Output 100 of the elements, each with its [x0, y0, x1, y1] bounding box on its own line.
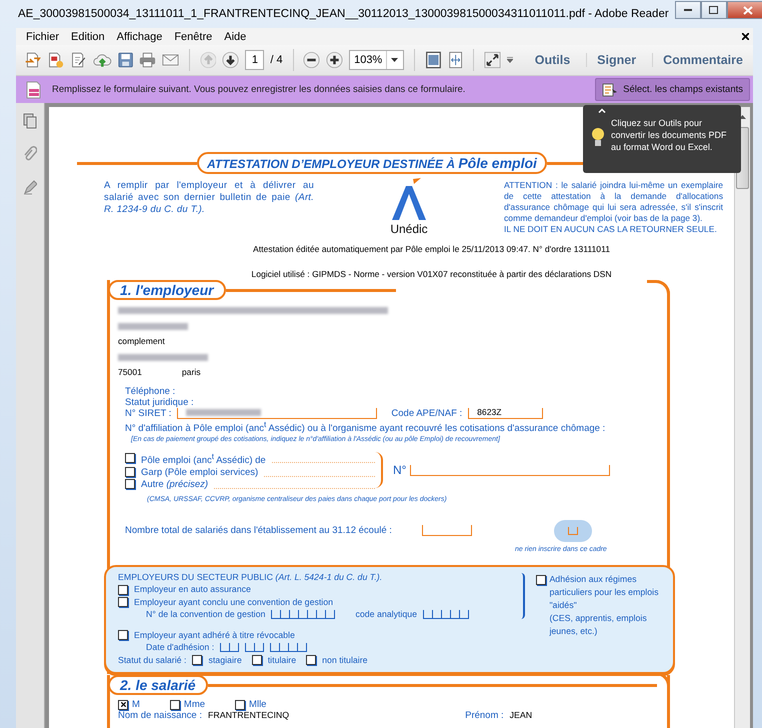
checkbox-label: Employeur ayant conclu une convention de gestion — [134, 596, 334, 608]
logo-icon — [389, 178, 429, 222]
caret-icon — [391, 58, 398, 62]
pen-icon[interactable] — [23, 179, 37, 195]
close-icon[interactable] — [742, 33, 749, 40]
field-label: Statut du salarié : — [118, 654, 186, 666]
checkbox[interactable] — [118, 700, 128, 710]
form-title: ATTESTATION D’EMPLOYEUR DESTINÉE À Pôle emploi — [197, 152, 547, 174]
zoom-out-icon[interactable] — [303, 50, 320, 70]
redacted-text — [118, 322, 188, 330]
attention-text: ATTENTION : le salarié joindra lui-même un exemplaire de cette attestation à la demande d'allocations d'assurance chômage qui lui sera adressée, s'il s'inscrit comme demandeur d'emploi (voir bas de la page 3). — [504, 180, 723, 224]
comb-field[interactable] — [271, 610, 336, 620]
menu-item[interactable]: Aide — [218, 30, 252, 42]
menu-item[interactable]: Edition — [65, 30, 111, 42]
panel-heading: EMPLOYEURS DU SECTEUR PUBLIC (Art. L. 5424-1 du C. du T.). — [118, 570, 384, 584]
envelope-icon[interactable] — [162, 52, 179, 68]
field-label: N° SIRET : — [125, 408, 172, 418]
checkbox[interactable] — [125, 467, 135, 478]
field-label: N° de la convention de gestion — [146, 608, 266, 621]
checkbox[interactable] — [170, 700, 180, 710]
comb-field[interactable] — [220, 643, 240, 652]
fit-width-icon[interactable] — [448, 50, 463, 70]
logo-text: Unédic — [390, 222, 428, 236]
ape-field[interactable]: 8623Z — [468, 408, 544, 418]
affiliation-number-field[interactable] — [410, 464, 610, 476]
fit-page-icon[interactable] — [424, 50, 442, 70]
form-message: Remplissez le formulaire suivant. Vous pouvez enregistrer les données saisies dans ce formulaire. — [52, 84, 466, 95]
menu-item[interactable]: Fichier — [20, 30, 66, 42]
checkbox-label: Employeur en auto assurance — [134, 583, 251, 596]
section-heading: 1. l'employeur — [108, 280, 226, 300]
maximize-button[interactable] — [700, 1, 727, 19]
checkbox-label: Employeur ayant adhéré à titre révocable — [134, 628, 295, 642]
checkbox-label: Autre (précisez) — [141, 478, 208, 490]
checkbox[interactable] — [118, 630, 128, 640]
software-note: Logiciel utilisé : GIPMDS - Norme - version V01X07 reconstituée à partir des déclarations DSN — [250, 269, 613, 279]
field-label: N° — [393, 464, 406, 476]
pages-icon[interactable] — [23, 113, 37, 129]
checkbox-label: Mme — [184, 699, 206, 710]
toolbar-button[interactable]: Commentaire — [652, 53, 753, 67]
zoom-in-icon[interactable] — [326, 50, 344, 70]
field-label: Date d'adhésion : — [146, 641, 214, 654]
checkbox-label: non titulaire — [322, 654, 368, 666]
brace — [521, 572, 526, 619]
save-icon[interactable] — [118, 51, 133, 69]
checkbox[interactable] — [235, 700, 246, 710]
checkbox[interactable] — [125, 479, 135, 490]
address-line: complement — [118, 336, 165, 346]
document-badge-icon[interactable] — [46, 50, 64, 70]
field-label: code analytique — [355, 608, 418, 621]
comb-field[interactable] — [270, 643, 308, 652]
checkbox[interactable] — [306, 655, 316, 666]
select-fields-button[interactable]: Sélect. les champs existants — [595, 78, 750, 101]
print-icon[interactable] — [138, 51, 156, 69]
tooltip-text: Cliquez sur Outils pour convertir les documents PDF au format Word ou Excel. — [611, 117, 728, 154]
field-label: N° d'affiliation à Pôle emploi (anc$^{t}$ Assédic) ou à l'organisme ayant recouvré les cotisations d'assurance chômage : — [125, 418, 606, 434]
close-icon — [742, 6, 753, 14]
headcount-field[interactable] — [422, 525, 472, 536]
toolbar-button[interactable]: Outils — [524, 53, 580, 67]
form-fields-icon — [602, 82, 618, 96]
section-heading: 2. le salarié — [108, 675, 208, 696]
arrow-down-icon[interactable] — [222, 50, 240, 70]
expand-icon[interactable] — [484, 50, 501, 70]
paperclip-icon[interactable] — [23, 146, 37, 162]
field-label: Code APE/NAF : — [391, 408, 462, 418]
menu-item[interactable]: Affichage — [110, 30, 168, 42]
checkbox[interactable] — [252, 655, 262, 666]
comb-field[interactable] — [423, 610, 470, 620]
maximize-icon — [709, 6, 718, 14]
checkbox-label: Garp (Pôle emploi services) — [141, 466, 258, 478]
field-value: FRANTRENTECINQ — [208, 710, 290, 722]
edition-note: Attestation éditée automatiquement par Pôle emploi le 25/11/2013 09:47. N° d'ordre 13111011 — [252, 244, 612, 254]
chevron-up-icon[interactable] — [598, 108, 606, 113]
document-pen-icon[interactable] — [70, 50, 87, 70]
checkbox[interactable] — [536, 574, 546, 585]
close-button[interactable] — [726, 1, 762, 19]
checkbox-label: Mlle — [249, 699, 266, 710]
toolbar-button[interactable]: Signer — [586, 53, 646, 67]
menu-item[interactable]: Fenêtre — [168, 30, 218, 42]
comb-field[interactable] — [245, 643, 264, 652]
checkbox-label: stagiaire — [208, 654, 242, 666]
checkbox-label: Adhésion aux régimes particuliers pour les emplois "aidés" — [549, 572, 660, 612]
caret-icon[interactable] — [506, 57, 513, 63]
siret-field[interactable] — [177, 408, 378, 418]
checkbox-note: (CES, apprentis, emplois jeunes, etc.) — [549, 612, 648, 638]
warning-text: IL NE DOIT EN AUCUN CAS LA RETOURNER SEULE. — [504, 224, 718, 235]
checkbox[interactable] — [125, 453, 135, 464]
checkbox[interactable] — [118, 584, 128, 595]
field-value: JEAN — [510, 710, 532, 722]
field-label: Téléphone : — [125, 386, 176, 396]
field-label: Prénom : — [465, 710, 504, 722]
lightbulb-icon — [591, 127, 605, 149]
field-label: Statut juridique : — [125, 396, 195, 408]
document-arrows-icon[interactable] — [24, 50, 41, 70]
field-label: Nom de naissance : — [118, 710, 202, 722]
zoom-dropdown[interactable]: 103% — [349, 50, 404, 70]
page-number-field[interactable]: 1 — [245, 50, 264, 70]
minimize-button[interactable] — [674, 1, 701, 19]
page-total: / 4 — [270, 54, 283, 66]
checkbox[interactable] — [118, 597, 128, 608]
checkbox[interactable] — [192, 655, 202, 666]
